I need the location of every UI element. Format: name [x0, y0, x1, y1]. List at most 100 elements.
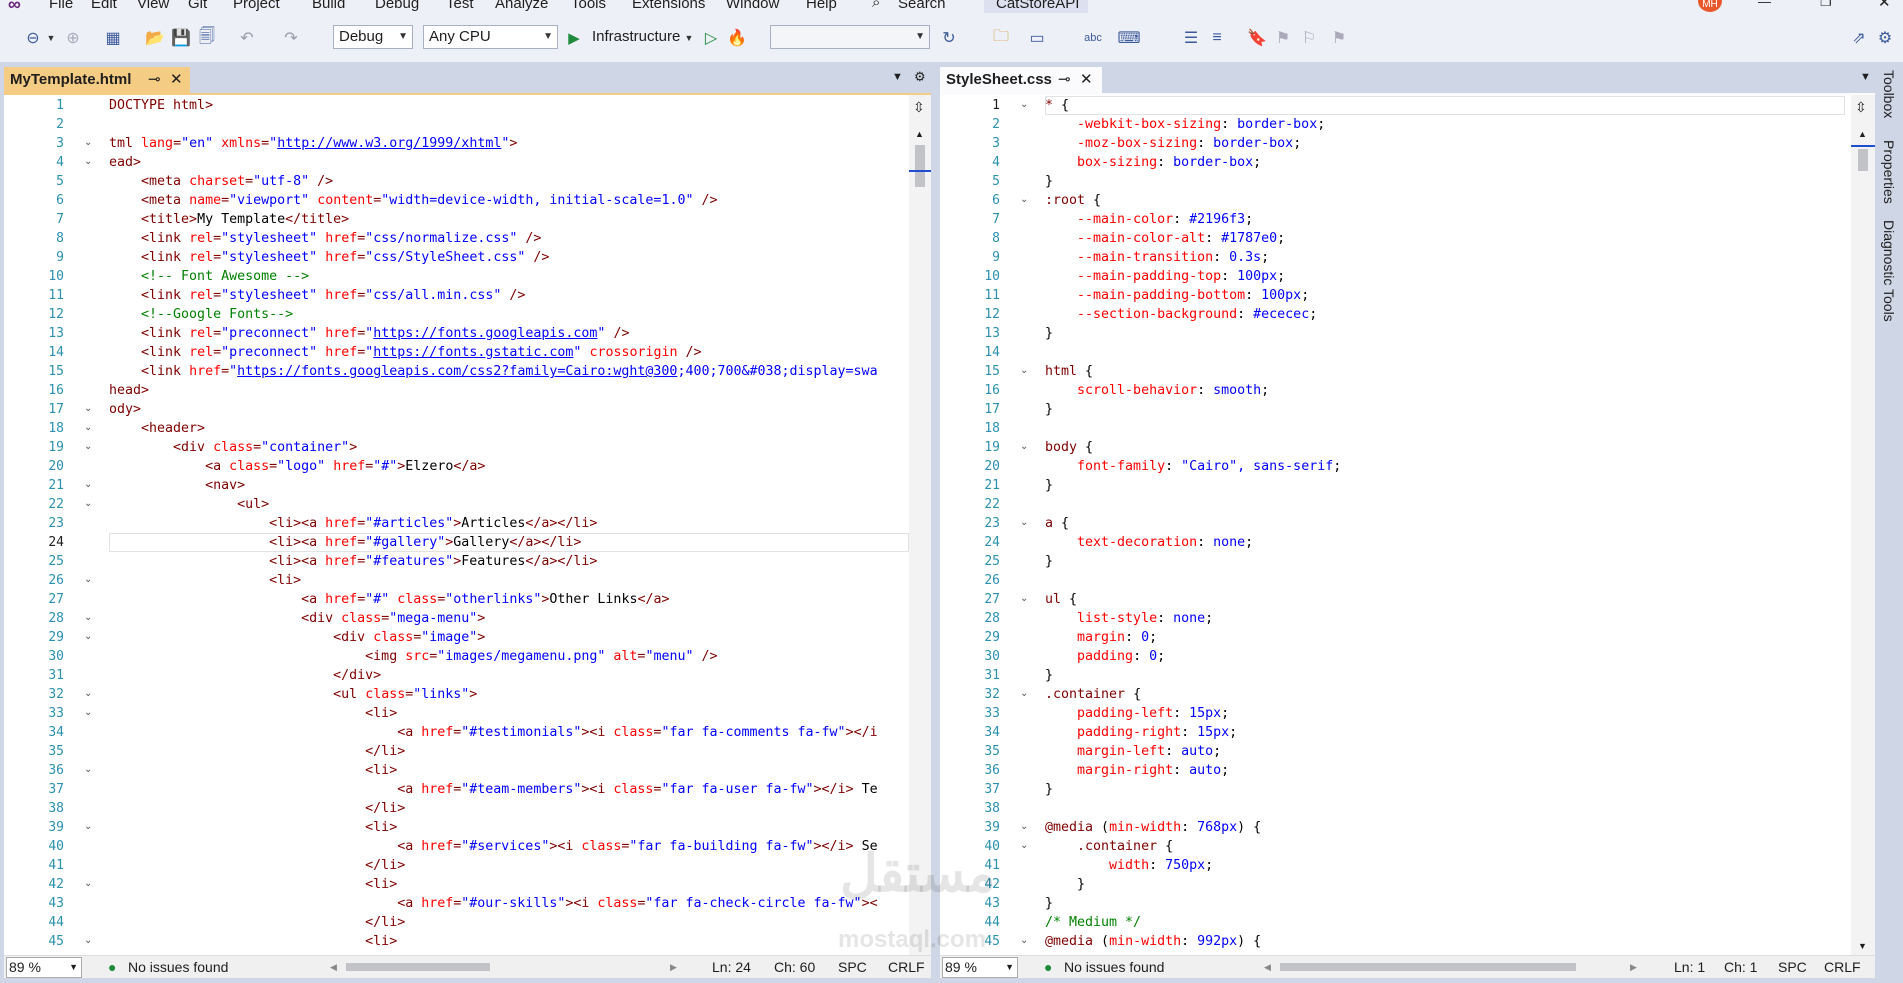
split-icon[interactable]: ⇳ — [913, 99, 925, 116]
code-line[interactable]: text-decoration: none; — [1045, 533, 1253, 552]
code-line[interactable]: html { — [1045, 362, 1093, 381]
code-line[interactable]: margin-right: auto; — [1045, 761, 1229, 780]
scroll-thumb[interactable] — [1858, 149, 1868, 171]
close-icon[interactable]: ✕ — [170, 67, 183, 93]
fold-toggle-icon[interactable]: ⌄ — [84, 137, 92, 148]
search-label[interactable]: Search — [898, 0, 946, 12]
code-line[interactable]: @media (min-width: 768px) { — [1045, 818, 1261, 837]
comment-icon[interactable]: ≡ — [1206, 27, 1228, 49]
new-project-icon[interactable]: ▦ — [102, 27, 124, 49]
code-line[interactable]: --section-background: #ececec; — [1045, 305, 1317, 324]
code-line[interactable]: } — [1045, 400, 1053, 419]
scroll-up-icon[interactable]: ▲ — [1858, 129, 1867, 139]
code-line[interactable]: <li><a href="#features">Features</a></li… — [109, 552, 597, 571]
zoom-dropdown[interactable]: 89 % ▼ — [942, 957, 1018, 978]
code-line[interactable]: padding-right: 15px; — [1045, 723, 1237, 742]
code-line[interactable]: <div class="container"> — [109, 438, 357, 457]
menu-build[interactable]: Build — [312, 0, 345, 12]
code-line[interactable]: <ul class="links"> — [109, 685, 477, 704]
fold-toggle-icon[interactable]: ⌄ — [84, 821, 92, 832]
chevron-down-icon[interactable]: ▼ — [46, 27, 56, 49]
zoom-dropdown[interactable]: 89 % ▼ — [6, 957, 82, 978]
fold-toggle-icon[interactable]: ⌄ — [84, 441, 92, 452]
menu-edit[interactable]: Edit — [91, 0, 117, 12]
debug-target-dropdown[interactable]: ▼ — [770, 25, 930, 49]
code-line[interactable]: <a href="#our-skills"><i class="far fa-c… — [109, 894, 877, 913]
back-icon[interactable]: ⊖ — [22, 27, 44, 49]
hot-reload-icon[interactable]: 🔥 — [726, 27, 748, 49]
code-line[interactable]: } — [1045, 324, 1053, 343]
split-icon[interactable]: ⇳ — [1855, 99, 1867, 116]
code-line[interactable]: <meta name="viewport" content="width=dev… — [109, 191, 717, 210]
fold-toggle-icon[interactable]: ⌄ — [84, 707, 92, 718]
restore-button[interactable]: ❐ — [1820, 0, 1832, 10]
pin-icon[interactable]: ⊸ — [1058, 67, 1071, 93]
code-line[interactable]: <a href="#" class="otherlinks">Other Lin… — [109, 590, 669, 609]
menu-view[interactable]: View — [137, 0, 169, 12]
menu-project[interactable]: Project — [233, 0, 280, 12]
platform-dropdown[interactable]: Any CPU ▼ — [423, 25, 558, 49]
code-line[interactable]: </div> — [109, 666, 381, 685]
settings-icon[interactable]: ⚙ — [1874, 27, 1896, 49]
fold-toggle-icon[interactable]: ⌄ — [1020, 194, 1028, 205]
fold-toggle-icon[interactable]: ⌄ — [84, 764, 92, 775]
code-line[interactable]: </li> — [109, 799, 405, 818]
code-line[interactable]: .container { — [1045, 685, 1141, 704]
scroll-right-icon[interactable]: ▶ — [670, 956, 677, 978]
code-line[interactable]: --main-transition: 0.3s; — [1045, 248, 1269, 267]
avatar[interactable]: MH — [1698, 0, 1722, 12]
fold-toggle-icon[interactable]: ⌄ — [84, 574, 92, 585]
menu-git[interactable]: Git — [188, 0, 207, 12]
close-window-button[interactable]: ✕ — [1878, 0, 1891, 11]
code-line[interactable]: <header> — [109, 419, 205, 438]
code-line[interactable]: --main-color-alt: #1787e0; — [1045, 229, 1285, 248]
start-without-debugging-icon[interactable]: ▷ — [702, 27, 720, 49]
code-line[interactable]: ody> — [109, 400, 141, 419]
search-icon[interactable]: ⌕ — [872, 0, 880, 11]
tab-mytemplate-html[interactable]: MyTemplate.html ⊸ ✕ — [4, 67, 190, 93]
refresh-icon[interactable]: ↻ — [938, 27, 960, 49]
code-line[interactable]: padding-left: 15px; — [1045, 704, 1229, 723]
code-line[interactable]: --main-padding-bottom: 100px; — [1045, 286, 1309, 305]
fold-toggle-icon[interactable]: ⌄ — [1020, 593, 1028, 604]
code-line[interactable]: <div class="mega-menu"> — [109, 609, 485, 628]
horizontal-scroll-thumb[interactable] — [1280, 963, 1576, 971]
start-icon[interactable]: ▶ — [566, 27, 582, 49]
whitespace-indicator[interactable]: SPC — [1778, 956, 1807, 978]
scroll-left-icon[interactable]: ◀ — [1264, 956, 1271, 978]
redo-icon[interactable]: ↷ — [280, 27, 302, 49]
code-line[interactable]: head> — [109, 381, 149, 400]
fold-toggle-icon[interactable]: ⌄ — [84, 479, 92, 490]
code-line[interactable]: </li> — [109, 742, 405, 761]
code-line[interactable]: @media (min-width: 992px) { — [1045, 932, 1261, 951]
issues-status[interactable]: No issues found — [128, 956, 228, 978]
prev-bookmark-icon[interactable]: ⚑ — [1272, 27, 1294, 49]
code-line[interactable]: box-sizing: border-box; — [1045, 153, 1261, 172]
fold-toggle-icon[interactable]: ⌄ — [1020, 840, 1028, 851]
scroll-right-icon[interactable]: ▶ — [1630, 956, 1637, 978]
column-indicator[interactable]: Ch: 60 — [774, 956, 815, 978]
minimize-button[interactable]: — — [1758, 0, 1771, 9]
scroll-down-icon[interactable]: ▼ — [1858, 941, 1867, 951]
code-line[interactable]: <!--Google Fonts--> — [109, 305, 293, 324]
fold-toggle-icon[interactable]: ⌄ — [1020, 99, 1028, 110]
indent-icon[interactable]: ☰ — [1180, 27, 1202, 49]
menu-tools[interactable]: Tools — [571, 0, 606, 12]
fold-toggle-icon[interactable]: ⌄ — [84, 403, 92, 414]
code-line[interactable]: </li> — [109, 856, 405, 875]
code-line[interactable]: DOCTYPE html> — [109, 96, 213, 115]
code-line[interactable]: <link rel="stylesheet" href="css/normali… — [109, 229, 541, 248]
format-icon[interactable]: ⌨ — [1117, 27, 1140, 49]
clear-bookmarks-icon[interactable]: ⚑ — [1328, 27, 1350, 49]
code-line[interactable]: margin: 0; — [1045, 628, 1157, 647]
gear-icon[interactable]: ⚙ — [914, 69, 926, 85]
code-line[interactable]: } — [1045, 875, 1085, 894]
fold-toggle-icon[interactable]: ⌄ — [1020, 935, 1028, 946]
line-indicator[interactable]: Ln: 24 — [712, 956, 751, 978]
code-editor-text[interactable]: DOCTYPE html> tml lang="en" xmlns="http:/… — [109, 95, 909, 957]
code-line[interactable]: * { — [1045, 96, 1069, 115]
whitespace-indicator[interactable]: SPC — [838, 956, 867, 978]
line-ending-indicator[interactable]: CRLF — [888, 956, 925, 978]
code-line[interactable]: } — [1045, 666, 1053, 685]
code-line[interactable]: tml lang="en" xmlns="http://www.w3.org/1… — [109, 134, 517, 153]
